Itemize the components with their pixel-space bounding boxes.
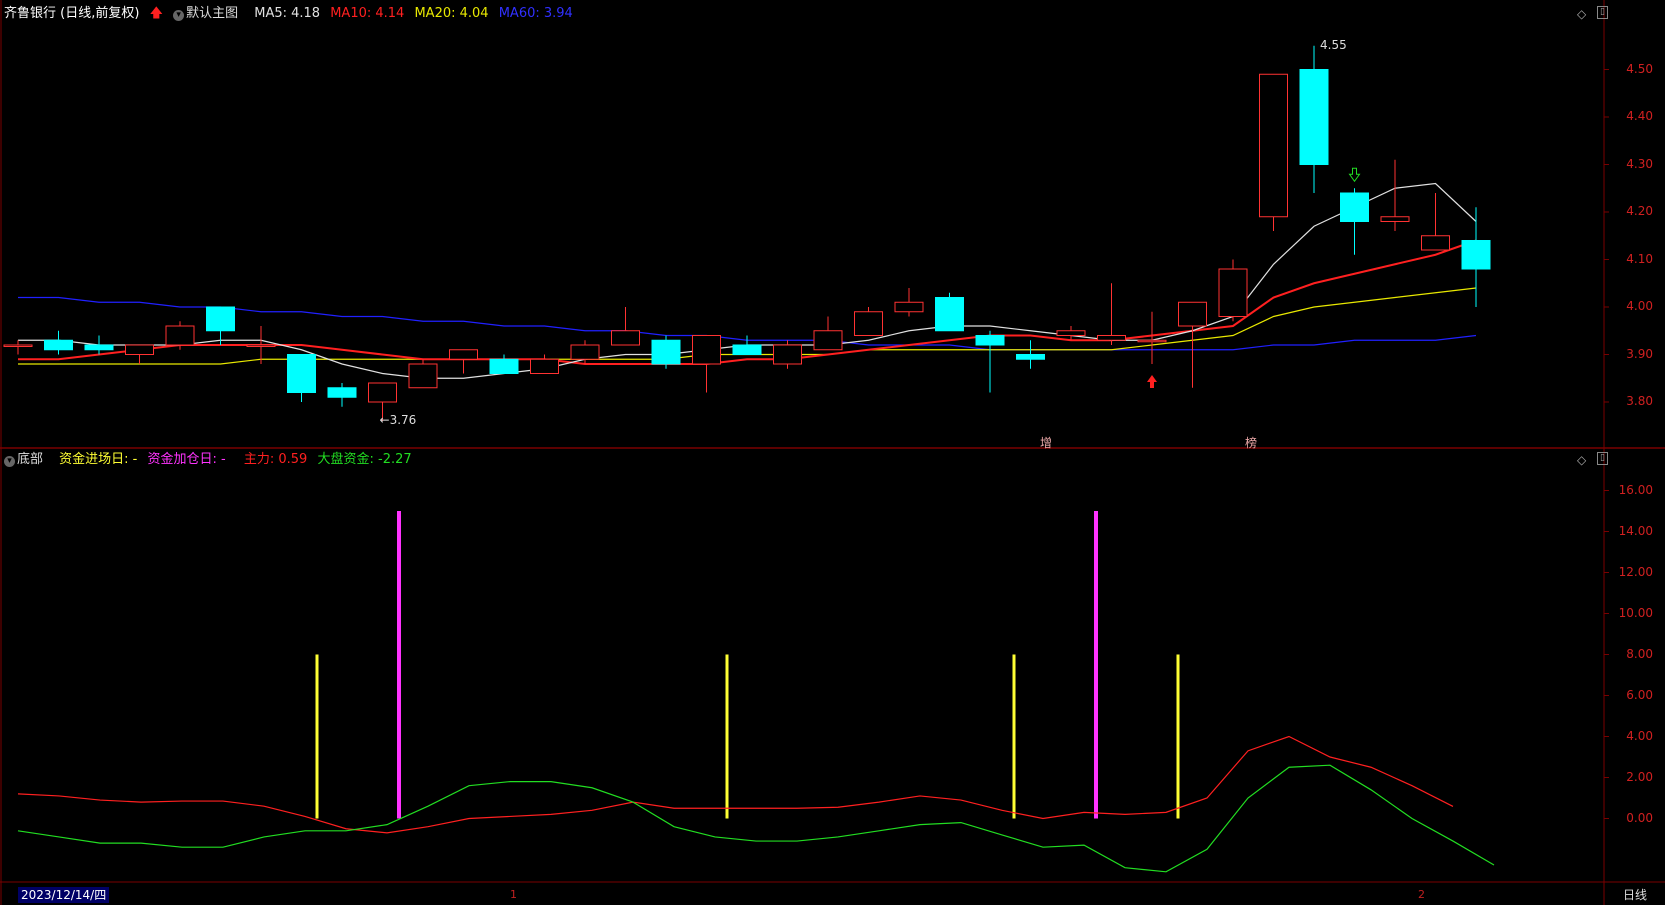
candle bbox=[1461, 240, 1491, 270]
ma60-value: MA60: 3.94 bbox=[498, 6, 573, 21]
candle bbox=[1259, 73, 1288, 218]
month-label-2: 2 bbox=[1418, 888, 1425, 901]
indicator-tick-label: 10.00 bbox=[1618, 605, 1653, 620]
candle bbox=[813, 330, 843, 351]
sell-arrow-icon bbox=[1348, 167, 1361, 183]
candle bbox=[3, 344, 33, 347]
indicator-dropdown[interactable]: ▾ 底部 bbox=[4, 452, 49, 467]
candle bbox=[611, 330, 640, 346]
month-label-1: 1 bbox=[510, 888, 517, 901]
ma5-value: MA5: 4.18 bbox=[254, 6, 321, 21]
price-tick-label: 3.80 bbox=[1626, 394, 1653, 408]
period-tab[interactable]: 日线 bbox=[1623, 887, 1647, 903]
low-price-tag: ←3.76 bbox=[379, 413, 417, 427]
main-force-value: 主力: 0.59 bbox=[243, 452, 308, 467]
candle bbox=[489, 358, 519, 374]
main-header: 齐鲁银行 (日线,前复权) 🡅 ▾ 默认主图 MA5: 4.18 MA10: 4.… bbox=[4, 6, 579, 22]
candle bbox=[894, 301, 924, 313]
indicator-tick-label: 12.00 bbox=[1618, 564, 1653, 579]
main-chart-label: 默认主图 bbox=[186, 6, 239, 21]
candle bbox=[368, 382, 397, 403]
panel-toggle-icon[interactable]: ▯ bbox=[1597, 6, 1608, 19]
candle bbox=[773, 344, 802, 365]
price-tick-label: 4.30 bbox=[1626, 156, 1653, 171]
ma20-value: MA20: 4.04 bbox=[414, 6, 489, 21]
candle bbox=[530, 358, 559, 374]
candle bbox=[570, 344, 600, 360]
market-fund-value: 大盘资金: -2.27 bbox=[317, 452, 412, 467]
price-tick-label: 4.00 bbox=[1626, 299, 1653, 313]
price-tick-label: 4.20 bbox=[1626, 204, 1653, 218]
candle bbox=[1016, 354, 1045, 360]
candle bbox=[651, 339, 681, 365]
indicator-tick-label: 8.00 bbox=[1626, 646, 1653, 661]
candle bbox=[1056, 330, 1086, 336]
price-tick-label: 4.10 bbox=[1626, 251, 1653, 266]
candle bbox=[692, 335, 721, 365]
stock-chart-window: 齐鲁银行 (日线,前复权) 🡅 ▾ 默认主图 MA5: 4.18 MA10: 4.… bbox=[0, 0, 1665, 905]
entry-day-value: 资金进场日: - bbox=[59, 452, 138, 467]
indicator-label: 底部 bbox=[17, 452, 44, 467]
candle bbox=[1097, 335, 1126, 341]
up-arrow-icon: 🡅 bbox=[149, 6, 163, 21]
candle bbox=[408, 363, 438, 389]
mark-zeng[interactable]: 增 bbox=[1040, 434, 1052, 451]
candle bbox=[449, 349, 478, 360]
mark-bang[interactable]: 榜 bbox=[1245, 434, 1257, 451]
sub-header: ▾ 底部 资金进场日: - 资金加仓日: - 主力: 0.59 大盘资金: -2.… bbox=[4, 452, 418, 468]
ma10-value: MA10: 4.14 bbox=[330, 6, 405, 21]
candle bbox=[206, 306, 235, 332]
chevron-down-icon: ▾ bbox=[4, 456, 15, 467]
candle bbox=[1380, 216, 1410, 222]
diamond-icon[interactable]: ◇ bbox=[1577, 453, 1586, 467]
price-tick-label: 4.50 bbox=[1626, 61, 1653, 76]
candle bbox=[287, 354, 316, 393]
candle bbox=[854, 311, 883, 336]
main-force-line bbox=[17, 735, 1454, 834]
main-chart-dropdown[interactable]: ▾ 默认主图 bbox=[173, 6, 244, 21]
diamond-icon[interactable]: ◇ bbox=[1577, 7, 1586, 21]
price-tick-label: 4.40 bbox=[1626, 109, 1653, 123]
indicator-tick-label: 6.00 bbox=[1626, 687, 1653, 702]
candle bbox=[165, 325, 195, 346]
candle bbox=[125, 344, 154, 355]
candle bbox=[1421, 235, 1450, 251]
candle bbox=[44, 339, 73, 351]
candle bbox=[1218, 268, 1248, 317]
candle bbox=[84, 344, 114, 351]
indicator-tick-label: 14.00 bbox=[1618, 523, 1653, 538]
high-price-value: 4.55 bbox=[1320, 37, 1347, 52]
indicator-tick-label: 2.00 bbox=[1626, 769, 1653, 784]
cursor-date: 2023/12/14/四 bbox=[18, 887, 110, 903]
candle bbox=[935, 297, 964, 332]
candle bbox=[732, 344, 762, 355]
candle bbox=[1178, 301, 1207, 327]
low-price-value: 3.76 bbox=[389, 413, 417, 427]
chevron-down-icon: ▾ bbox=[173, 10, 185, 21]
add-day-value: 资金加仓日: - bbox=[147, 452, 226, 467]
candle bbox=[1340, 192, 1369, 222]
indicator-tick-label: 4.00 bbox=[1626, 728, 1653, 743]
panel-toggle-icon[interactable]: ▯ bbox=[1597, 452, 1608, 465]
candle bbox=[246, 344, 276, 347]
market-fund-line bbox=[17, 764, 1495, 873]
indicator-tick-label: 16.00 bbox=[1618, 482, 1653, 497]
candle bbox=[1299, 69, 1329, 165]
stock-title[interactable]: 齐鲁银行 (日线,前复权) bbox=[4, 6, 139, 21]
candle bbox=[975, 335, 1005, 346]
candle bbox=[1137, 339, 1167, 343]
indicator-tick-label: 0.00 bbox=[1626, 810, 1653, 825]
price-tick-label: 3.90 bbox=[1626, 346, 1653, 361]
high-price-tag: 4.55 bbox=[1320, 38, 1347, 52]
buy-arrow-icon bbox=[1147, 375, 1157, 388]
candle bbox=[327, 387, 357, 398]
